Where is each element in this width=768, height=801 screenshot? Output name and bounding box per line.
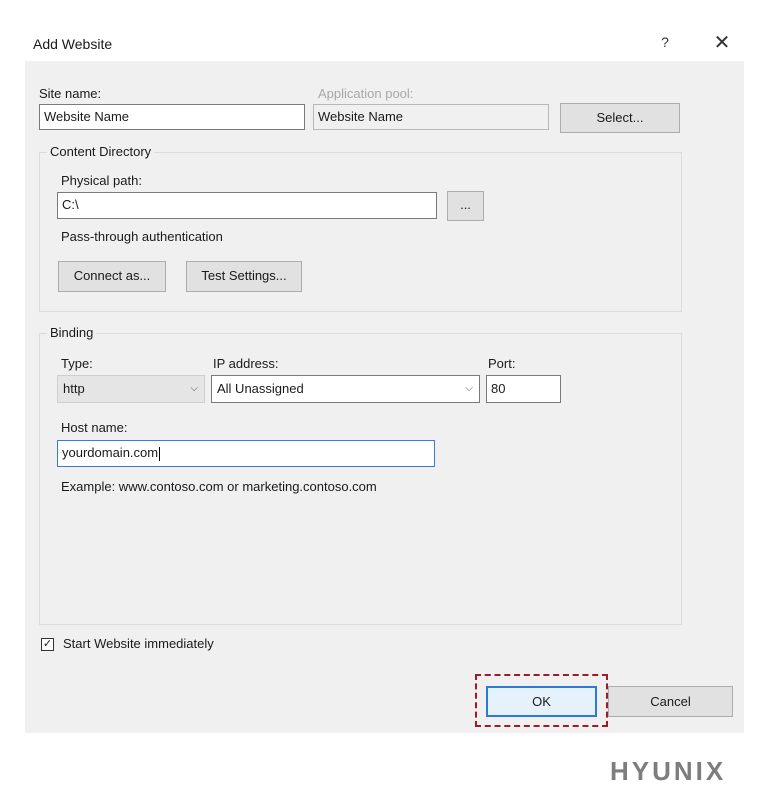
ip-address-value: All Unassigned <box>217 381 304 396</box>
type-dropdown[interactable]: http ⌵ <box>57 375 205 403</box>
window-title: Add Website <box>33 36 113 52</box>
cancel-button[interactable]: Cancel <box>608 686 733 717</box>
port-label: Port: <box>488 356 516 371</box>
type-label: Type: <box>61 356 93 371</box>
watermark-logo: HYUNIX <box>610 756 727 786</box>
start-website-checkbox[interactable]: ✓ <box>41 638 54 651</box>
site-name-label: Site name: <box>39 86 102 101</box>
text-cursor <box>159 446 161 461</box>
close-icon: ✕ <box>713 32 731 54</box>
type-value: http <box>63 381 85 396</box>
host-example-text: Example: www.contoso.com or marketing.co… <box>61 479 377 494</box>
chevron-down-icon: ⌵ <box>465 383 473 394</box>
test-settings-button[interactable]: Test Settings... <box>186 261 302 292</box>
physical-path-label: Physical path: <box>61 173 142 188</box>
site-name-input[interactable]: Website Name <box>39 104 305 130</box>
binding-title: Binding <box>47 325 97 340</box>
help-button[interactable]: ? <box>654 34 676 54</box>
ip-address-dropdown[interactable]: All Unassigned ⌵ <box>211 375 480 403</box>
check-icon: ✓ <box>42 638 53 650</box>
browse-button[interactable]: ... <box>447 191 484 221</box>
start-website-label: Start Website immediately <box>63 636 214 651</box>
physical-path-input[interactable]: C:\ <box>57 192 437 219</box>
host-name-label: Host name: <box>61 420 128 435</box>
port-input[interactable]: 80 <box>486 375 561 403</box>
host-name-input[interactable]: yourdomain.com <box>57 440 435 467</box>
ip-address-label: IP address: <box>213 356 279 371</box>
chevron-down-icon: ⌵ <box>190 383 198 394</box>
content-directory-title: Content Directory <box>47 144 155 159</box>
select-button[interactable]: Select... <box>560 103 680 133</box>
ok-button[interactable]: OK <box>486 686 597 717</box>
host-name-value: yourdomain.com <box>62 445 159 460</box>
app-pool-label: Application pool: <box>318 86 414 101</box>
passthrough-auth-label: Pass-through authentication <box>61 229 223 244</box>
close-button[interactable]: ✕ <box>708 31 736 55</box>
connect-as-button[interactable]: Connect as... <box>58 261 166 292</box>
app-pool-field: Website Name <box>313 104 549 130</box>
